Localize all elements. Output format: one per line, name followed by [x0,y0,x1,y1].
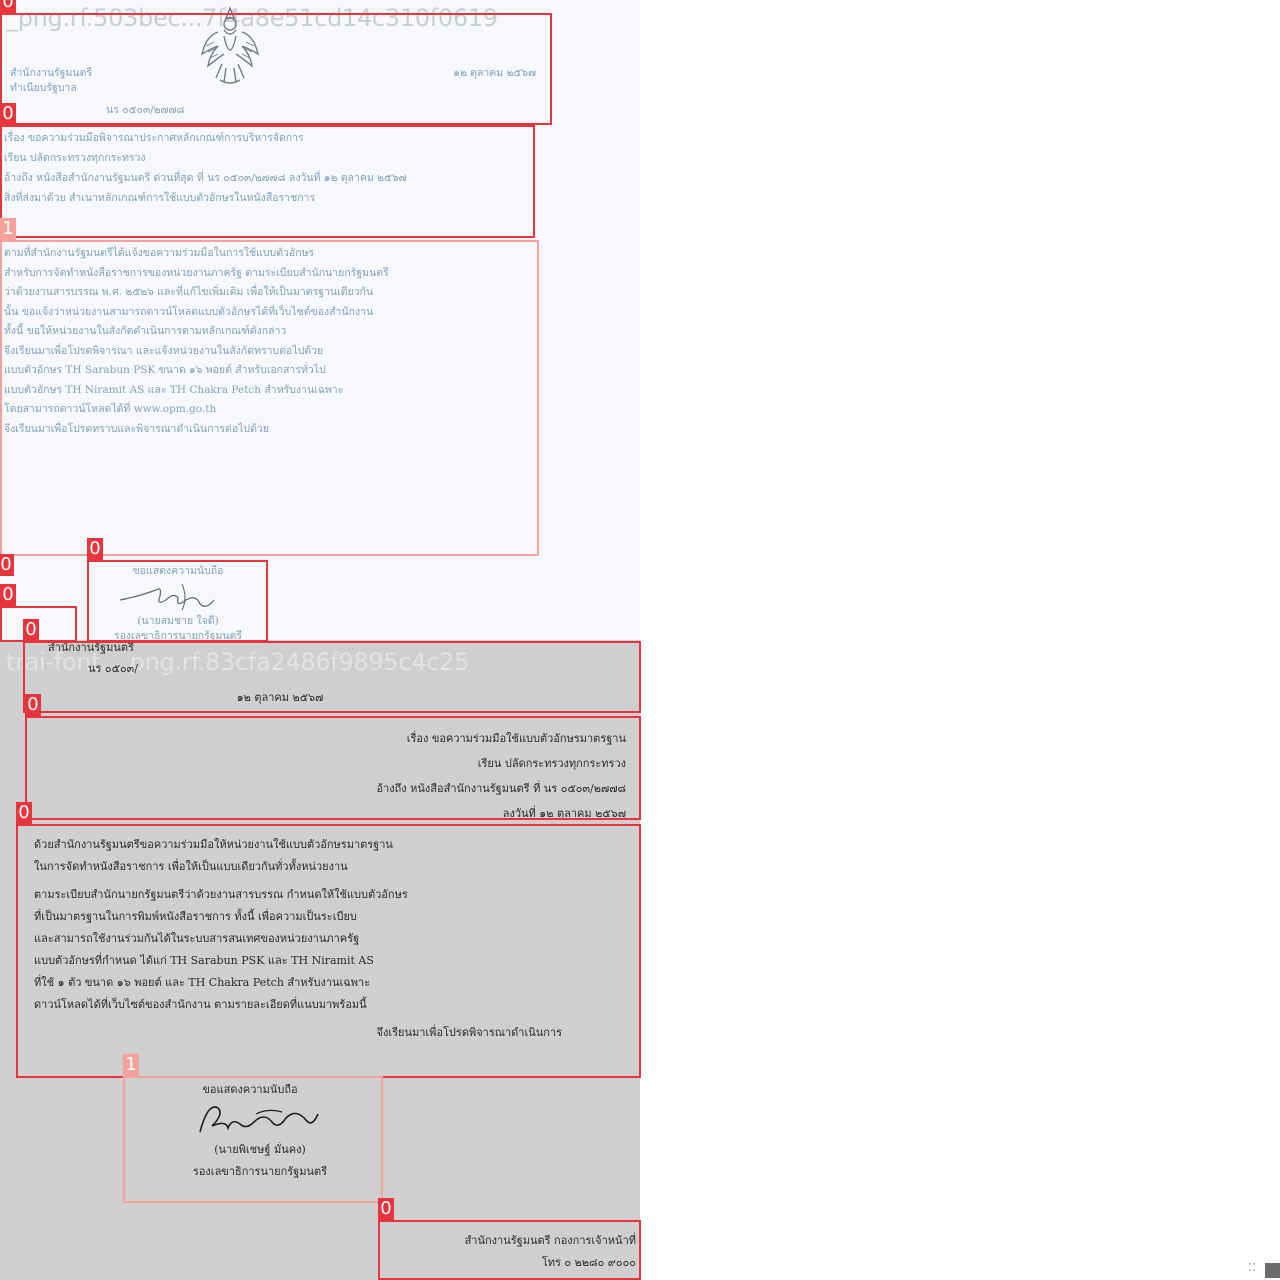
document-image-top: _png.rf.503bec...7f4a8e51cd14c310f0619 ส… [0,0,640,640]
contact-block: สำนักงานรัฐมนตรี กองการเจ้าหน้าที่ โทร ๐… [464,1234,636,1269]
grip-dots-icon: ⁚⁚ [1248,1261,1257,1274]
document-number: นร ๐๕๐๓/๒๗๗๘ [106,104,185,116]
grip-handle-icon[interactable] [1265,1263,1280,1278]
handwritten-signature-icon [119,583,215,611]
signatory-title: รองเลขาธิการนายกรัฐมนตรี [113,630,243,640]
sender-address: สำนักงานรัฐมนตรี นร ๐๕๐๓/ [48,641,138,675]
garuda-emblem-icon [200,6,260,84]
closing-text: ขอแสดงความนับถือ [202,1083,298,1096]
closing-text: ขอแสดงความนับถือ [132,565,224,577]
handwritten-signature-icon [199,1106,319,1133]
document-date: ๑๒ ตุลาคม ๒๕๖๗ [236,691,324,704]
signatory-title: รองเลขาธิการนายกรัฐมนตรี [192,1165,328,1178]
sender-address: สำนักงานรัฐมนตรี ทำเนียบรัฐบาล [10,67,93,94]
document-image-bottom: trai-font....png.rf.83cfa2486f9895c4c25 … [0,640,640,1280]
document-body: ด้วยสำนักงานรัฐมนตรีขอความร่วมมือให้หน่ว… [34,838,562,1039]
signatory-name: (นายพิเชษฐ์ มั่นคง) [214,1143,306,1156]
signatory-name: (นายสมชาย ใจดี) [137,615,219,627]
document-date: ๑๒ ตุลาคม ๒๕๖๗ [453,67,536,79]
document-body: ตามที่สำนักงานรัฐมนตรีได้แจ้งขอความร่วมม… [4,247,389,435]
resize-grip[interactable]: ⁚⁚ [1246,1262,1280,1280]
document-meta-block: เรื่อง ขอความร่วมมือพิจารณาประกาศหลักเกณ… [4,132,407,204]
document-meta-block: เรื่อง ขอความร่วมมือใช้แบบตัวอักษรมาตรฐา… [376,732,626,820]
